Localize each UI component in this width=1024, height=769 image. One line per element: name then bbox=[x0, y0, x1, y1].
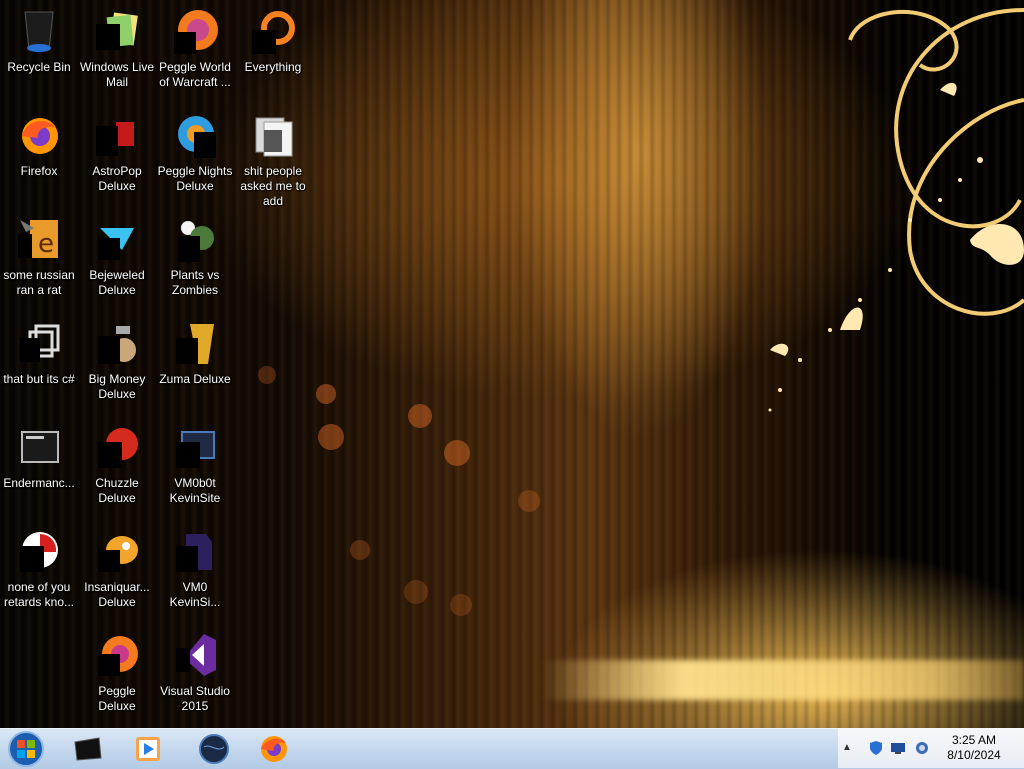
desktop-icon-label: shit people asked me to add bbox=[240, 164, 306, 208]
bejeweled-deluxe-icon bbox=[93, 216, 141, 262]
dark-globe-icon bbox=[199, 734, 229, 764]
wallpaper-bokeh bbox=[350, 540, 370, 560]
plants-vs-zombies-icon bbox=[171, 216, 219, 262]
desktop-icon-label: none of you retards kno... bbox=[3, 580, 75, 609]
svg-text:e: e bbox=[38, 229, 54, 259]
chuzzle-deluxe-icon bbox=[93, 424, 141, 470]
start-button[interactable] bbox=[6, 730, 46, 768]
wallpaper-bokeh bbox=[404, 580, 428, 604]
desktop-icon-peggle-deluxe[interactable]: Peggle Deluxe bbox=[78, 628, 156, 728]
wallpaper-bokeh bbox=[258, 366, 276, 384]
media-player-icon bbox=[136, 737, 160, 761]
desktop-icon-label: Peggle Nights Deluxe bbox=[157, 164, 233, 193]
desktop-icon-label: Recycle Bin bbox=[7, 60, 71, 74]
desktop-icon-plants-vs-zombies[interactable]: Plants vs Zombies bbox=[156, 212, 234, 312]
desktop-icon-label: Windows Live Mail bbox=[79, 60, 155, 89]
tablet-device-icon bbox=[74, 737, 102, 761]
recycle-bin-icon bbox=[15, 8, 63, 54]
visual-studio-2015-icon bbox=[171, 632, 219, 678]
clock[interactable]: 3:25 AM 8/10/2024 bbox=[934, 733, 1014, 763]
taskbar-pinned-globe[interactable] bbox=[190, 731, 238, 767]
shortcut-e-icon: e bbox=[15, 216, 63, 262]
wallpaper-bokeh bbox=[408, 404, 432, 428]
desktop-icon-none-of-you[interactable]: none of you retards kno... bbox=[0, 524, 78, 624]
vm-kevinsite-icon bbox=[171, 424, 219, 470]
clock-date: 8/10/2024 bbox=[947, 748, 1001, 762]
desktop-icon-bejeweled-deluxe[interactable]: Bejeweled Deluxe bbox=[78, 212, 156, 312]
desktop-icon-label: Peggle World of Warcraft ... bbox=[159, 60, 231, 89]
peggle-deluxe-icon bbox=[93, 632, 141, 678]
volume-icon[interactable] bbox=[914, 740, 930, 756]
terminal-window-icon bbox=[15, 424, 63, 470]
desktop-icon-windows-live-mail[interactable]: Windows Live Mail bbox=[78, 4, 156, 104]
desktop[interactable]: Recycle Bin Windows Live Mail Peggle Wor… bbox=[0, 0, 1024, 728]
wallpaper-bokeh bbox=[518, 490, 540, 512]
desktop-icon-label: Bejeweled Deluxe bbox=[89, 268, 145, 297]
desktop-icon-label: Zuma Deluxe bbox=[159, 372, 231, 386]
desktop-icon-peggle-nights-deluxe[interactable]: Peggle Nights Deluxe bbox=[156, 108, 234, 208]
desktop-icon-folder[interactable]: shit people asked me to add bbox=[234, 108, 312, 208]
wallpaper-light-bar bbox=[540, 660, 1024, 700]
network-icon[interactable] bbox=[890, 740, 906, 756]
wallpaper-swirl bbox=[768, 8, 1024, 412]
desktop-icon-label: Firefox bbox=[20, 164, 58, 178]
desktop-icon-firefox[interactable]: Firefox bbox=[0, 108, 78, 208]
desktop-icon-everything[interactable]: Everything bbox=[234, 4, 312, 104]
astropop-deluxe-icon bbox=[93, 112, 141, 158]
peggle-world-of-warcraft-icon bbox=[171, 8, 219, 54]
desktop-icon-label: VM0 KevinSi... bbox=[169, 580, 221, 609]
desktop-icon-label: AstroPop Deluxe bbox=[92, 164, 142, 193]
desktop-icon-label: Endermanc... bbox=[3, 476, 75, 490]
tray-overflow-button[interactable]: ▲ bbox=[842, 742, 852, 753]
desktop-icon-label: Everything bbox=[244, 60, 302, 74]
desktop-icon-zuma-deluxe[interactable]: Zuma Deluxe bbox=[156, 316, 234, 416]
desktop-icon-label: Insaniquar... Deluxe bbox=[84, 580, 150, 609]
desktop-icon-label: some russian ran a rat bbox=[3, 268, 75, 297]
windows-live-mail-icon bbox=[93, 8, 141, 54]
desktop-icon-label: Big Money Deluxe bbox=[88, 372, 146, 401]
window-stack-icon bbox=[15, 320, 63, 366]
folder-icon bbox=[249, 112, 297, 158]
wallpaper-bokeh bbox=[318, 424, 344, 450]
security-shield-icon[interactable] bbox=[868, 740, 884, 756]
desktop-icon-chuzzle-deluxe[interactable]: Chuzzle Deluxe bbox=[78, 420, 156, 520]
desktop-icon-big-money-deluxe[interactable]: Big Money Deluxe bbox=[78, 316, 156, 416]
insaniquarium-deluxe-icon bbox=[93, 528, 141, 574]
system-tray: ▲ 3:25 AM 8/10/2024 bbox=[838, 728, 1024, 768]
desktop-icon-recycle-bin[interactable]: Recycle Bin bbox=[0, 4, 78, 104]
everything-search-icon bbox=[249, 8, 297, 54]
wallpaper-bokeh bbox=[316, 384, 336, 404]
desktop-icon-label: Chuzzle Deluxe bbox=[95, 476, 139, 505]
desktop-icon-label: that but its c# bbox=[3, 372, 75, 386]
desktop-icon-label: Peggle Deluxe bbox=[98, 684, 136, 713]
vm0-kevinsite-icon bbox=[171, 528, 219, 574]
desktop-icon-peggle-world-of-warcraft[interactable]: Peggle World of Warcraft ... bbox=[156, 4, 234, 104]
desktop-icon-label: Plants vs Zombies bbox=[170, 268, 220, 297]
clock-time: 3:25 AM bbox=[951, 733, 997, 747]
big-money-deluxe-icon bbox=[93, 320, 141, 366]
desktop-icon-vm0-kevinsite[interactable]: VM0 KevinSi... bbox=[156, 524, 234, 624]
taskbar-pinned-firefox[interactable] bbox=[250, 731, 298, 767]
desktop-icon-visual-studio-2015[interactable]: Visual Studio 2015 bbox=[156, 628, 234, 728]
desktop-icon-vm0b0t-kevinsite[interactable]: VM0b0t KevinSite bbox=[156, 420, 234, 520]
desktop-icon-that-but-its-csharp[interactable]: that but its c# bbox=[0, 316, 78, 416]
red-swirl-icon bbox=[15, 528, 63, 574]
desktop-icon-endermanch[interactable]: Endermanc... bbox=[0, 420, 78, 520]
taskbar-pinned-tablet[interactable] bbox=[64, 731, 112, 767]
firefox-icon bbox=[261, 736, 287, 762]
peggle-nights-deluxe-icon bbox=[171, 112, 219, 158]
desktop-icon-some-russian-ran-a-rat[interactable]: e some russian ran a rat bbox=[0, 212, 78, 312]
desktop-icon-astropop-deluxe[interactable]: AstroPop Deluxe bbox=[78, 108, 156, 208]
desktop-icon-label: VM0b0t KevinSite bbox=[169, 476, 221, 505]
wallpaper-bokeh bbox=[450, 594, 472, 616]
desktop-icon-label: Visual Studio 2015 bbox=[160, 684, 230, 713]
windows-orb-icon bbox=[8, 731, 44, 767]
desktop-icon-insaniquarium-deluxe[interactable]: Insaniquar... Deluxe bbox=[78, 524, 156, 624]
wallpaper-bokeh bbox=[444, 440, 470, 466]
zuma-deluxe-icon bbox=[171, 320, 219, 366]
firefox-icon bbox=[15, 112, 63, 158]
taskbar-pinned-media-player[interactable] bbox=[124, 731, 172, 767]
